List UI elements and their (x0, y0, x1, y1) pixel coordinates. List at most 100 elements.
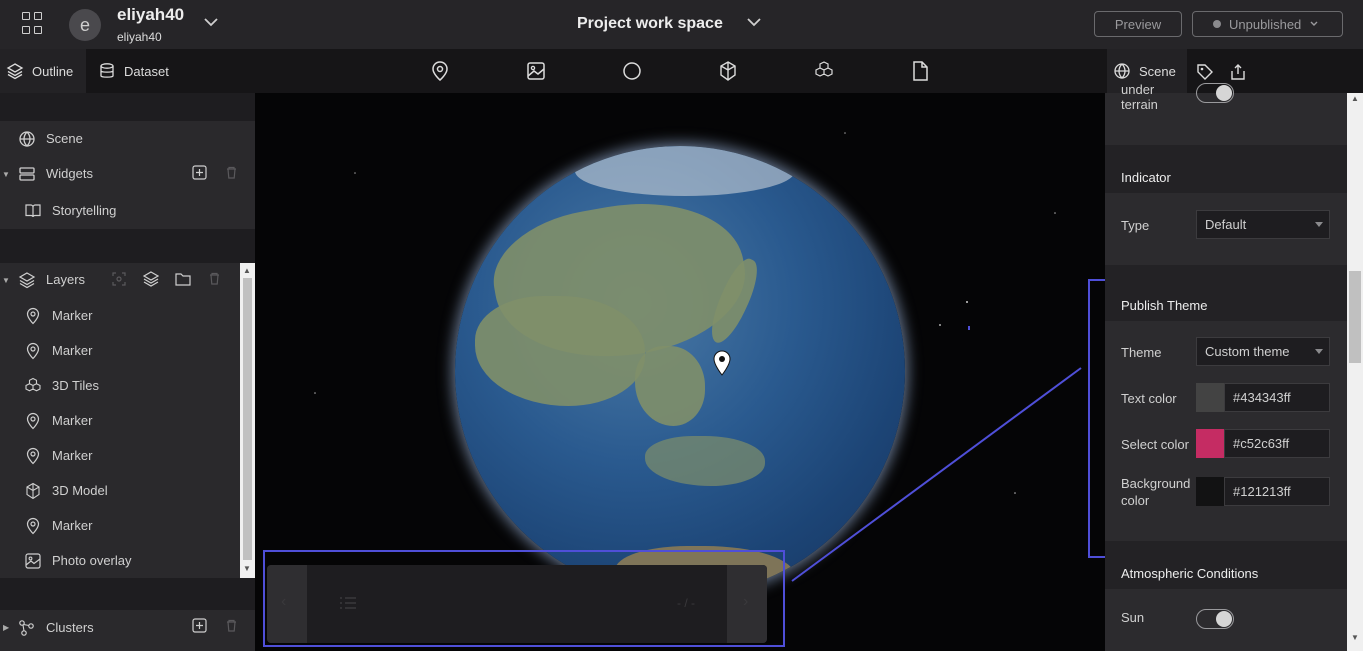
book-icon (25, 203, 41, 217)
workspace-avatar[interactable]: e (69, 9, 101, 41)
continent-india (475, 296, 645, 406)
add-layer-icon[interactable] (143, 271, 159, 287)
bg-color-label-2: color (1121, 493, 1150, 508)
scene-settings-panel: under terrain Indicator Type Default Pub… (1105, 82, 1347, 651)
add-cluster-icon[interactable] (192, 618, 207, 633)
publish-theme-title: Publish Theme (1105, 289, 1224, 321)
select-color-field[interactable]: #c52c63ff (1196, 429, 1330, 458)
bg-color-field[interactable]: #121213ff (1196, 477, 1330, 506)
delete-widget-icon[interactable] (224, 165, 239, 180)
layer-item[interactable]: Marker (0, 438, 240, 473)
select-color-value[interactable]: #c52c63ff (1224, 429, 1330, 458)
terrain-toggle[interactable] (1196, 83, 1234, 103)
layer-item[interactable]: Marker (0, 298, 240, 333)
chevron-down-icon (1315, 349, 1323, 354)
select-all-icon[interactable] (111, 271, 127, 287)
widget-item-storytelling[interactable]: Storytelling (0, 193, 240, 228)
marker-icon (26, 412, 40, 429)
scroll-down-icon[interactable]: ▼ (243, 564, 251, 573)
layers-icon (18, 271, 36, 288)
layer-item[interactable]: Photo overlay (0, 543, 240, 578)
select-color-swatch[interactable] (1196, 429, 1224, 458)
settings-scrollbar-thumb[interactable] (1349, 271, 1361, 363)
terrain-label-1: under (1121, 82, 1155, 97)
sun-label: Sun (1121, 610, 1145, 625)
layer-label: Photo overlay (52, 553, 132, 568)
add-image-icon[interactable] (525, 60, 547, 82)
globe-icon (1114, 63, 1130, 79)
workspace-name[interactable]: eliyah40 (117, 5, 184, 25)
marker-icon (26, 342, 40, 359)
add-tiles-icon[interactable] (813, 60, 835, 82)
scroll-up-icon[interactable]: ▲ (1351, 94, 1359, 103)
preview-button[interactable]: Preview (1094, 11, 1182, 37)
layer-item[interactable]: 3D Model (0, 473, 240, 508)
outline-item-scene[interactable]: Scene (0, 121, 240, 156)
indicator-type-value: Default (1205, 217, 1247, 232)
text-color-swatch[interactable] (1196, 383, 1224, 412)
project-chevron-down-icon[interactable] (746, 14, 762, 30)
layer-label: 3D Model (52, 483, 108, 498)
layer-label: 3D Tiles (52, 378, 99, 393)
atmosphere-title: Atmospheric Conditions (1105, 557, 1275, 589)
image-icon (25, 552, 41, 569)
tab-dataset[interactable]: Dataset (92, 49, 182, 93)
bg-color-value[interactable]: #121213ff (1224, 477, 1330, 506)
bg-color-swatch[interactable] (1196, 477, 1224, 506)
add-circle-icon[interactable] (621, 60, 643, 82)
settings-scrollbar[interactable] (1347, 93, 1363, 651)
layer-label: Marker (52, 308, 93, 323)
layers-icon (6, 63, 24, 80)
layer-label: Marker (52, 343, 93, 358)
text-color-value[interactable]: #434343ff (1224, 383, 1330, 412)
indicator-type-label: Type (1121, 218, 1150, 233)
layer-item[interactable]: Marker (0, 403, 240, 438)
text-color-label: Text color (1121, 391, 1177, 406)
layer-label: Marker (52, 448, 93, 463)
scene-label: Scene (46, 131, 83, 146)
add-widget-icon[interactable] (192, 165, 207, 180)
delete-layer-icon[interactable] (207, 271, 222, 286)
sun-toggle[interactable] (1196, 609, 1234, 629)
layer-label: Marker (52, 413, 93, 428)
project-title[interactable]: Project work space (577, 15, 723, 33)
top-bar: e eliyah40 eliyah40 Project work space P… (0, 0, 1363, 49)
tab-outline[interactable]: Outline (0, 49, 86, 93)
add-file-icon[interactable] (909, 60, 931, 82)
publish-share-icon[interactable] (1229, 63, 1247, 81)
bg-color-label-1: Background (1121, 476, 1191, 491)
tab-outline-label: Outline (32, 63, 74, 79)
indicator-title: Indicator (1105, 161, 1187, 193)
apps-grid-icon[interactable] (22, 12, 46, 36)
highlight-connector-line (791, 367, 1082, 582)
layers-label: Layers (46, 272, 86, 287)
scroll-up-icon[interactable]: ▲ (243, 266, 251, 275)
text-color-field[interactable]: #434343ff (1196, 383, 1330, 412)
publish-status-button[interactable]: Unpublished (1192, 11, 1343, 37)
arctic-ice (575, 146, 795, 196)
marker-icon (26, 447, 40, 464)
add-folder-icon[interactable] (175, 271, 191, 287)
chevron-down-icon[interactable] (203, 14, 219, 30)
highlight-box-storytelling (263, 550, 785, 647)
clusters-label: Clusters (46, 620, 94, 635)
publish-status-label: Unpublished (1229, 16, 1302, 32)
tab-dataset-label: Dataset (124, 63, 169, 79)
scroll-down-icon[interactable]: ▼ (1351, 633, 1359, 642)
layer-item[interactable]: Marker (0, 508, 240, 543)
indicator-type-select[interactable]: Default (1196, 210, 1330, 239)
map-marker-icon[interactable] (712, 349, 736, 379)
add-marker-icon[interactable] (429, 60, 451, 82)
tag-icon[interactable] (1196, 63, 1214, 81)
globe-icon (19, 130, 35, 147)
layers-scrollbar-thumb[interactable] (243, 278, 252, 560)
layer-item[interactable]: Marker (0, 333, 240, 368)
delete-cluster-icon[interactable] (224, 618, 239, 633)
theme-select[interactable]: Custom theme (1196, 337, 1330, 366)
marker-icon (26, 307, 40, 324)
theme-label: Theme (1121, 345, 1162, 360)
terrain-label-2: terrain (1121, 97, 1158, 112)
add-model-icon[interactable] (717, 60, 739, 82)
layer-item[interactable]: 3D Tiles (0, 368, 240, 403)
status-dot-icon (1213, 20, 1221, 28)
